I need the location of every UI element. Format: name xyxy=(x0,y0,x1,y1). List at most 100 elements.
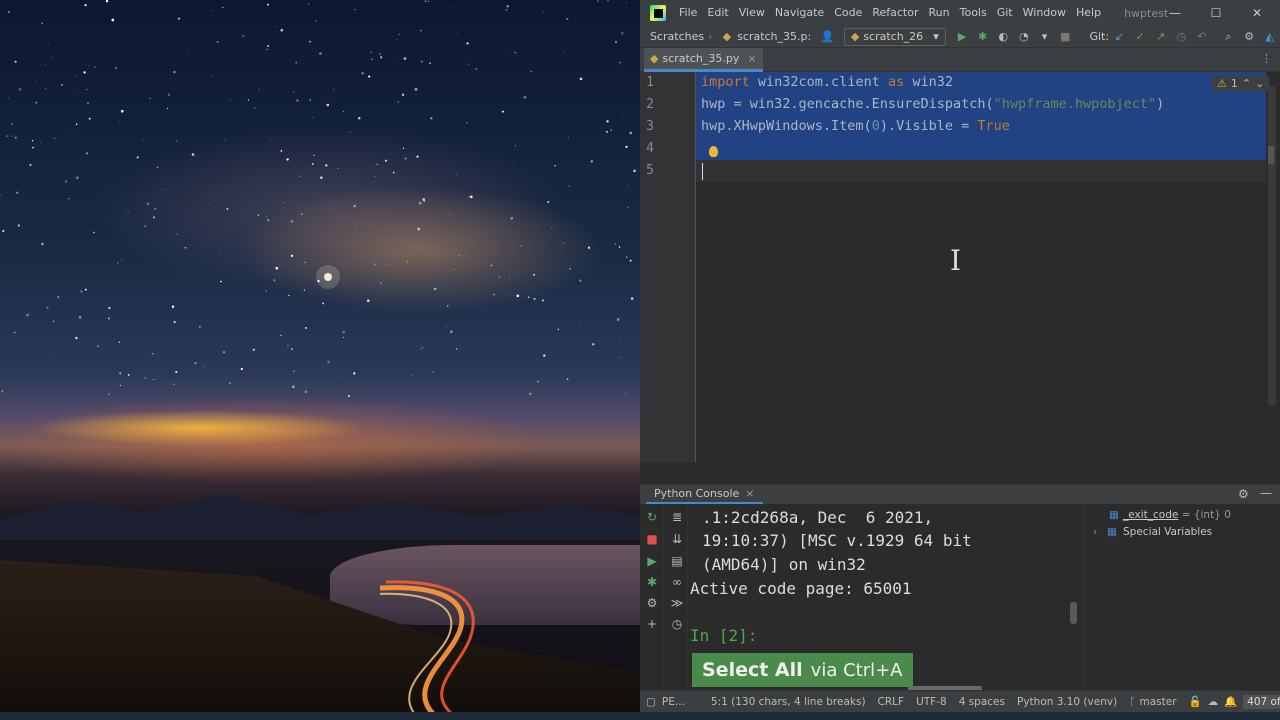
debug-icon[interactable]: ✱ xyxy=(974,28,991,46)
hide-panel-icon[interactable]: — xyxy=(1260,486,1272,500)
maximize-button[interactable]: ☐ xyxy=(1196,0,1236,26)
star xyxy=(120,258,122,261)
tab-scratch-35[interactable]: ◆ scratch_35.py × xyxy=(644,48,763,72)
run-config-select[interactable]: ◆ scratch_26 ▾ xyxy=(843,27,946,46)
star xyxy=(36,79,38,81)
run-config-label: scratch_26 xyxy=(863,30,924,43)
user-icon[interactable]: 👤 xyxy=(819,28,836,46)
history-icon[interactable]: ◷ xyxy=(670,617,684,631)
minimize-button[interactable]: — xyxy=(1155,0,1195,26)
rollback-icon[interactable]: ↶ xyxy=(1194,28,1211,46)
file-encoding[interactable]: UTF-8 xyxy=(916,696,947,708)
hint-action: Select All xyxy=(702,659,803,681)
more-tabs-icon[interactable]: ⋮ xyxy=(1261,52,1272,65)
lightbulb-icon[interactable] xyxy=(709,146,718,157)
debug-icon[interactable]: ✱ xyxy=(645,575,659,589)
console-scrollbar[interactable] xyxy=(1070,602,1077,624)
tab-close-icon[interactable]: × xyxy=(747,52,756,65)
star xyxy=(568,185,570,187)
execute-icon[interactable]: ▶ xyxy=(645,554,659,568)
code-editor[interactable]: 1 2 3 4 5 import win32com.client as win3… xyxy=(640,72,1280,462)
star xyxy=(86,88,88,91)
gear-icon[interactable]: ⚙ xyxy=(1241,28,1258,46)
console-prompt[interactable]: In [2]: xyxy=(690,626,757,645)
settings-icon[interactable]: ⚙ xyxy=(645,596,659,610)
special-variables-item[interactable]: Special Variables xyxy=(1123,526,1212,538)
menu-item-navigate[interactable]: Navigate xyxy=(770,0,829,26)
star xyxy=(563,51,565,53)
expand-icon[interactable]: › xyxy=(1093,526,1097,538)
soft-wrap-icon[interactable]: ≣ xyxy=(670,510,684,524)
plugin-icon[interactable]: ◭ xyxy=(1261,28,1278,46)
star xyxy=(623,70,625,72)
star xyxy=(191,153,195,156)
cloud-icon[interactable]: ☁ xyxy=(1208,696,1219,708)
panel-toggle-icon[interactable]: ▢ xyxy=(646,696,656,708)
scroll-to-end-icon[interactable]: ⇊ xyxy=(670,532,684,546)
star xyxy=(567,137,570,139)
git-branch[interactable]: master xyxy=(1139,696,1176,708)
git-push-icon[interactable]: ↗ xyxy=(1152,28,1169,46)
line-separator[interactable]: CRLF xyxy=(878,696,905,708)
git-update-icon[interactable]: ↙ xyxy=(1111,28,1128,46)
menu-item-help[interactable]: Help xyxy=(1071,0,1106,26)
editor-scrollbar[interactable] xyxy=(1268,86,1276,406)
menu-item-window[interactable]: Window xyxy=(1018,0,1071,26)
star xyxy=(380,282,383,285)
menu-item-run[interactable]: Run xyxy=(924,0,955,26)
git-commit-icon[interactable]: ✓ xyxy=(1132,28,1149,46)
python-interpreter[interactable]: Python 3.10 (venv) xyxy=(1017,696,1117,708)
menu-item-edit[interactable]: Edit xyxy=(702,0,733,26)
menu-item-code[interactable]: Code xyxy=(829,0,867,26)
gear-icon[interactable]: ⚙ xyxy=(1238,487,1249,501)
history-icon[interactable]: ◷ xyxy=(1173,28,1190,46)
star xyxy=(541,299,544,302)
breadcrumb-file[interactable]: scratch_35.p: xyxy=(737,30,811,43)
menu-item-refactor[interactable]: Refactor xyxy=(867,0,923,26)
rerun-icon[interactable]: ↻ xyxy=(645,510,659,524)
star xyxy=(283,202,285,203)
star xyxy=(173,320,176,324)
command-queue-icon[interactable]: ≫ xyxy=(670,596,684,610)
star xyxy=(313,154,315,156)
star xyxy=(288,294,290,297)
print-icon[interactable]: ▤ xyxy=(670,554,684,568)
tab-python-console[interactable]: Python Console × xyxy=(646,485,763,505)
console-close-icon[interactable]: × xyxy=(745,487,754,500)
star xyxy=(304,261,306,264)
search-icon[interactable]: ⌕ xyxy=(1220,28,1237,46)
show-variables-icon[interactable]: ∞ xyxy=(670,575,684,589)
ibeam-cursor-icon: I xyxy=(950,244,962,277)
status-left-label[interactable]: PE... xyxy=(662,696,685,708)
memory-indicator[interactable]: 407 of 2048M xyxy=(1243,694,1280,709)
chevron-up-icon[interactable]: ⌃ xyxy=(1242,77,1251,90)
code-line-3[interactable]: hwp.XHwpWindows.Item(0).Visible = True xyxy=(701,118,1010,134)
star xyxy=(118,121,120,122)
inspection-widget[interactable]: ⚠ 1 ⌃ ⌄ xyxy=(1212,76,1270,91)
stop-icon[interactable]: ■ xyxy=(645,532,659,546)
notifications-icon[interactable]: 🔔 xyxy=(1224,695,1237,708)
profile-icon[interactable]: ◔ xyxy=(1016,28,1033,46)
variable-row[interactable]: _exit_code = {int} 0 xyxy=(1123,509,1231,521)
star xyxy=(280,28,284,32)
coverage-icon[interactable]: ◐ xyxy=(995,28,1012,46)
caret-position[interactable]: 5:1 (130 chars, 4 line breaks) xyxy=(711,696,866,708)
more-run-options-icon[interactable]: ▾ xyxy=(1036,28,1053,46)
star xyxy=(220,251,222,253)
menu-item-tools[interactable]: Tools xyxy=(955,0,992,26)
menu-item-view[interactable]: View xyxy=(734,0,770,26)
python-console[interactable]: ↻ ■ ▶ ✱ ⚙ + ≣ ⇊ ▤ ∞ ≫ ◷ .1:2cd268a, Dec … xyxy=(640,504,1280,691)
chevron-down-icon[interactable]: ⌄ xyxy=(1255,77,1264,90)
stop-icon[interactable]: ■ xyxy=(1057,28,1074,46)
menu-item-git[interactable]: Git xyxy=(992,0,1018,26)
lock-icon[interactable]: 🔓 xyxy=(1189,695,1202,708)
code-line-2[interactable]: hwp = win32.gencache.EnsureDispatch("hwp… xyxy=(701,96,1164,112)
run-icon[interactable]: ▶ xyxy=(954,28,971,46)
code-line-1[interactable]: import win32com.client as win32 xyxy=(701,74,953,90)
menu-item-file[interactable]: File xyxy=(674,0,702,26)
close-button[interactable]: ✕ xyxy=(1237,0,1277,26)
add-console-icon[interactable]: + xyxy=(645,617,659,631)
star xyxy=(506,5,509,8)
breadcrumb-scratches[interactable]: Scratches xyxy=(650,30,704,43)
indent-setting[interactable]: 4 spaces xyxy=(959,696,1005,708)
